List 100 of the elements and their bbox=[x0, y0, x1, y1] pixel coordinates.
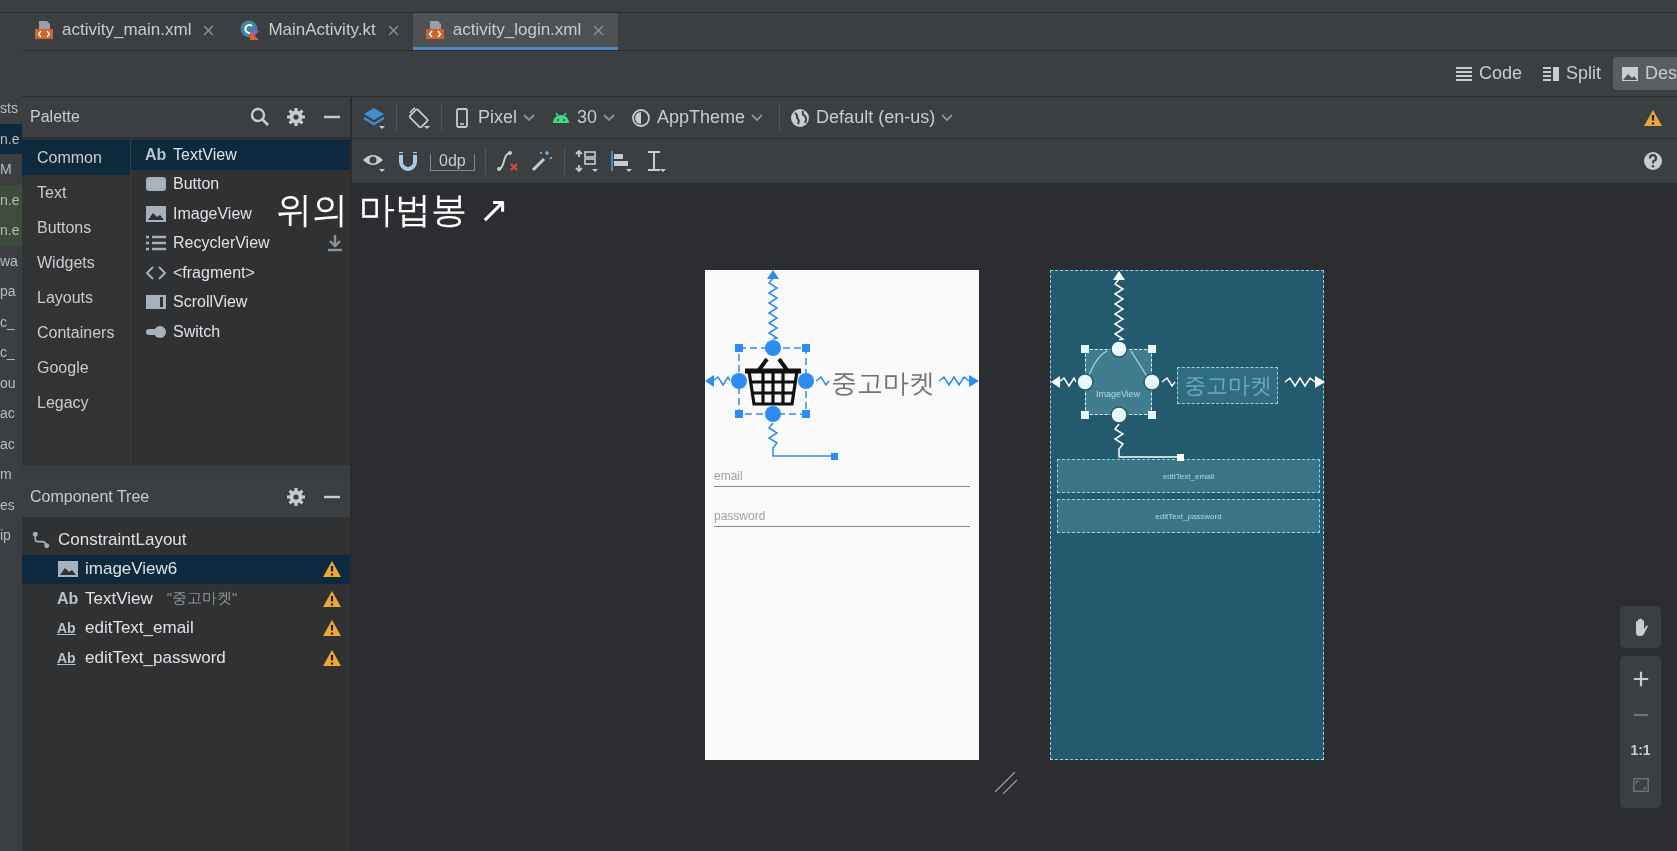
resize-handle[interactable] bbox=[1081, 345, 1089, 353]
settings-icon[interactable] bbox=[286, 487, 306, 507]
constraint-icon bbox=[30, 530, 52, 549]
default-margin-field[interactable]: 0dp bbox=[430, 153, 475, 171]
warning-icon[interactable] bbox=[322, 589, 342, 608]
palette-category[interactable]: Common bbox=[22, 140, 130, 175]
resize-handle[interactable] bbox=[735, 344, 743, 352]
warning-icon[interactable] bbox=[1643, 108, 1663, 127]
palette-category[interactable]: Layouts bbox=[22, 280, 130, 315]
edit-text-icon: Ab bbox=[57, 620, 79, 637]
actual-size-button[interactable]: 1:1 bbox=[1630, 742, 1651, 758]
rotate-icon[interactable] bbox=[407, 105, 431, 130]
resize-handle[interactable] bbox=[802, 344, 810, 352]
project-item[interactable]: n.e bbox=[0, 123, 22, 154]
resize-handle[interactable] bbox=[1148, 411, 1156, 419]
align-icon[interactable] bbox=[608, 149, 633, 173]
resize-handle[interactable] bbox=[735, 410, 743, 418]
constraint-spring[interactable] bbox=[1284, 376, 1325, 388]
button-shape-icon bbox=[145, 175, 167, 194]
toolbar-dropdown[interactable]: AppTheme bbox=[631, 107, 764, 128]
project-item[interactable]: pa bbox=[0, 276, 22, 307]
tree-item[interactable]: Ab TextView "중고마켓" bbox=[22, 584, 350, 614]
project-item[interactable]: ac bbox=[0, 398, 22, 429]
project-item[interactable]: c_ bbox=[0, 306, 22, 337]
clear-constraints-icon[interactable] bbox=[495, 149, 520, 173]
project-item[interactable]: ac bbox=[0, 428, 22, 459]
pan-button[interactable] bbox=[1620, 606, 1661, 648]
download-icon[interactable] bbox=[326, 234, 344, 253]
close-icon[interactable] bbox=[203, 24, 215, 36]
constraint-spring[interactable] bbox=[1113, 271, 1125, 341]
toolbar-dropdown[interactable]: Default (en-us) bbox=[790, 107, 954, 128]
palette-item[interactable]: <fragment> bbox=[131, 258, 261, 288]
project-item[interactable]: c_ bbox=[0, 337, 22, 368]
anchor-handle[interactable] bbox=[1076, 373, 1094, 391]
project-item[interactable]: ou bbox=[0, 367, 22, 398]
anchor-handle[interactable] bbox=[1143, 373, 1161, 391]
resize-handle[interactable] bbox=[1148, 345, 1156, 353]
project-item[interactable]: sts bbox=[0, 93, 22, 124]
project-item[interactable]: ip bbox=[0, 520, 22, 551]
tree-item[interactable]: Ab editText_email bbox=[22, 613, 350, 643]
anchor-handle[interactable] bbox=[1110, 340, 1128, 358]
palette-category[interactable]: Widgets bbox=[22, 245, 130, 280]
project-item[interactable]: m bbox=[0, 459, 22, 490]
scrollbar-icon bbox=[145, 293, 167, 312]
palette-category[interactable]: Containers bbox=[22, 315, 130, 350]
magnet-icon[interactable] bbox=[396, 149, 420, 173]
settings-icon[interactable] bbox=[286, 107, 306, 127]
toolbar-dropdown[interactable]: Pixel bbox=[452, 107, 535, 128]
palette-item[interactable]: Switch bbox=[131, 317, 227, 347]
search-icon[interactable] bbox=[250, 107, 270, 127]
magic-wand-icon[interactable] bbox=[529, 149, 554, 173]
palette-item[interactable]: ImageView bbox=[131, 199, 258, 229]
constraint-spring[interactable] bbox=[1113, 423, 1184, 461]
edit-text-outline: editText_password bbox=[1057, 499, 1320, 533]
anchor-handle[interactable] bbox=[765, 340, 781, 356]
anchor-handle[interactable] bbox=[765, 406, 781, 422]
palette-item[interactable]: Ab TextView bbox=[131, 140, 350, 170]
text-field[interactable]: email bbox=[714, 466, 970, 487]
zoom-in-icon[interactable] bbox=[1631, 670, 1650, 688]
project-item[interactable]: wa bbox=[0, 245, 22, 276]
tree-item[interactable]: ConstraintLayout bbox=[22, 525, 350, 555]
palette-category[interactable]: Google bbox=[22, 350, 130, 385]
view-mode-button[interactable]: Code bbox=[1446, 57, 1530, 90]
palette-item[interactable]: ScrollView bbox=[131, 287, 254, 317]
toolbar-dropdown[interactable]: 30 bbox=[551, 107, 616, 128]
palette-category[interactable]: Text bbox=[22, 175, 130, 210]
pack-icon[interactable] bbox=[574, 149, 599, 173]
project-item[interactable]: M bbox=[0, 154, 22, 185]
xml-file-icon bbox=[34, 20, 54, 40]
warning-icon[interactable] bbox=[322, 648, 342, 667]
warning-icon[interactable] bbox=[322, 619, 342, 638]
palette-category[interactable]: Buttons bbox=[22, 210, 130, 245]
tree-item[interactable]: Ab editText_password bbox=[22, 643, 350, 673]
resize-handle[interactable] bbox=[1081, 411, 1089, 419]
anchor-handle[interactable] bbox=[731, 373, 747, 389]
editor-tab[interactable]: activity_main.xml bbox=[22, 13, 229, 50]
view-mode-button[interactable]: Des bbox=[1613, 57, 1677, 90]
constraint-spring[interactable] bbox=[1051, 376, 1077, 388]
close-icon[interactable] bbox=[387, 24, 399, 36]
resize-grip-icon[interactable] bbox=[993, 770, 1017, 794]
close-icon[interactable] bbox=[593, 24, 605, 36]
project-item[interactable]: n.e bbox=[0, 215, 22, 246]
image-icon bbox=[1621, 64, 1639, 83]
view-mode-button[interactable]: Split bbox=[1533, 57, 1609, 90]
anchor-handle[interactable] bbox=[1110, 406, 1128, 424]
editor-tab[interactable]: activity_login.xml bbox=[412, 13, 619, 50]
help-icon[interactable] bbox=[1643, 151, 1663, 171]
resize-handle[interactable] bbox=[802, 410, 810, 418]
text-glyph-icon: Ab bbox=[145, 145, 167, 164]
palette-item[interactable]: Button bbox=[131, 169, 226, 199]
palette-category[interactable]: Legacy bbox=[22, 385, 130, 420]
warning-icon[interactable] bbox=[322, 560, 342, 579]
project-item[interactable]: n.e bbox=[0, 184, 22, 215]
text-view-outline: 중고마켓 bbox=[1177, 367, 1278, 404]
project-item[interactable]: es bbox=[0, 489, 22, 520]
text-field[interactable]: password bbox=[714, 506, 970, 527]
anchor-handle[interactable] bbox=[798, 373, 814, 389]
tree-item[interactable]: imageView6 bbox=[22, 554, 350, 584]
editor-tab[interactable]: MainActivity.kt bbox=[228, 13, 413, 50]
layers-icon[interactable] bbox=[362, 105, 386, 130]
